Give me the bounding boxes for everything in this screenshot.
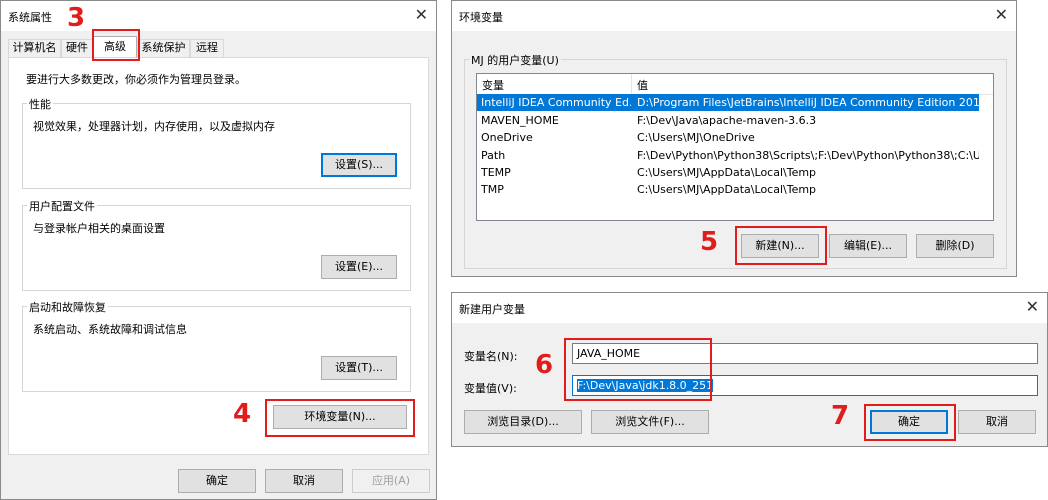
- edit-variable-button[interactable]: 编辑(E)...: [829, 234, 907, 258]
- startup-settings-button[interactable]: 设置(T)...: [321, 356, 397, 380]
- tab-remote[interactable]: 远程: [190, 39, 224, 57]
- variable-value: D:\Program Files\JetBrains\IntelliJ IDEA…: [637, 96, 979, 109]
- cancel-button[interactable]: 取消: [265, 469, 343, 493]
- variable-name: IntelliJ IDEA Community Ed...: [481, 96, 631, 109]
- performance-label: 性能: [27, 96, 53, 112]
- column-divider: [631, 74, 632, 94]
- browse-directory-button[interactable]: 浏览目录(D)...: [464, 410, 582, 434]
- title-bar: 环境变量 ✕: [452, 1, 1016, 31]
- annotation-number-4: 4: [233, 399, 252, 429]
- new-user-variable-dialog: 新建用户变量 ✕ 变量名(N): JAVA_HOME 变量值(V): F:\De…: [451, 292, 1048, 447]
- variable-name: TEMP: [481, 166, 511, 179]
- annotation-number-5: 5: [700, 227, 719, 257]
- user-profiles-desc: 与登录帐户相关的桌面设置: [33, 222, 165, 235]
- tab-system-protection[interactable]: 系统保护: [137, 39, 190, 57]
- user-profiles-label: 用户配置文件: [27, 198, 97, 214]
- performance-desc: 视觉效果，处理器计划，内存使用，以及虚拟内存: [33, 120, 275, 133]
- ok-button[interactable]: 确定: [870, 410, 948, 434]
- close-icon[interactable]: ✕: [1026, 297, 1039, 317]
- table-header: 变量 值: [477, 74, 993, 95]
- admin-note: 要进行大多数更改，你必须作为管理员登录。: [26, 73, 246, 86]
- dialog-title: 环境变量: [459, 11, 503, 24]
- system-properties-dialog: 系统属性 ✕ 计算机名 硬件 高级 系统保护 远程 要进行大多数更改，你必须作为…: [0, 0, 437, 500]
- dialog-title: 新建用户变量: [459, 303, 525, 316]
- startup-recovery-desc: 系统启动、系统故障和调试信息: [33, 323, 187, 336]
- profiles-settings-button[interactable]: 设置(E)...: [321, 255, 397, 279]
- tab-hardware[interactable]: 硬件: [61, 39, 93, 57]
- variable-name-input[interactable]: JAVA_HOME: [572, 343, 1038, 364]
- table-row[interactable]: MAVEN_HOME F:\Dev\Java\apache-maven-3.6.…: [477, 112, 993, 129]
- tab-computer-name[interactable]: 计算机名: [8, 39, 61, 57]
- cancel-button[interactable]: 取消: [958, 410, 1036, 434]
- variable-value: F:\Dev\Python\Python38\Scripts\;F:\Dev\P…: [637, 149, 979, 162]
- apply-button[interactable]: 应用(A): [352, 469, 430, 493]
- table-row[interactable]: OneDrive C:\Users\MJ\OneDrive: [477, 129, 993, 146]
- variable-name-label: 变量名(N):: [464, 350, 518, 363]
- variable-value: C:\Users\MJ\AppData\Local\Temp: [637, 183, 817, 196]
- tab-advanced[interactable]: 高级: [93, 36, 137, 58]
- close-icon[interactable]: ✕: [415, 5, 428, 25]
- browse-file-button[interactable]: 浏览文件(F)...: [591, 410, 709, 434]
- table-row[interactable]: Path F:\Dev\Python\Python38\Scripts\;F:\…: [477, 147, 993, 164]
- variable-value-label: 变量值(V):: [464, 382, 517, 395]
- user-variables-table: 变量 值 IntelliJ IDEA Community Ed... D:\Pr…: [476, 73, 994, 221]
- variable-name: OneDrive: [481, 131, 533, 144]
- annotation-number-3: 3: [67, 3, 86, 33]
- table-row[interactable]: IntelliJ IDEA Community Ed... D:\Program…: [477, 94, 979, 111]
- environment-variables-dialog: 环境变量 ✕ MJ 的用户变量(U) 变量 值 IntelliJ IDEA Co…: [451, 0, 1017, 277]
- table-row[interactable]: TMP C:\Users\MJ\AppData\Local\Temp: [477, 181, 993, 198]
- column-header-value[interactable]: 值: [637, 77, 648, 93]
- close-icon[interactable]: ✕: [995, 5, 1008, 25]
- annotation-number-6: 6: [535, 350, 554, 380]
- variable-name: TMP: [481, 183, 504, 196]
- variable-name: MAVEN_HOME: [481, 114, 559, 127]
- ok-button[interactable]: 确定: [178, 469, 256, 493]
- variable-name: Path: [481, 149, 506, 162]
- table-row[interactable]: TEMP C:\Users\MJ\AppData\Local\Temp: [477, 164, 993, 181]
- new-variable-button[interactable]: 新建(N)...: [741, 234, 819, 258]
- environment-variables-button[interactable]: 环境变量(N)...: [273, 405, 407, 429]
- selected-text: F:\Dev\Java\jdk1.8.0_251: [577, 379, 714, 392]
- variable-value-input[interactable]: F:\Dev\Java\jdk1.8.0_251: [572, 375, 1038, 396]
- dialog-title: 系统属性: [8, 11, 52, 24]
- title-bar: 新建用户变量 ✕: [452, 293, 1047, 323]
- variable-value: C:\Users\MJ\OneDrive: [637, 131, 755, 144]
- performance-settings-button[interactable]: 设置(S)...: [321, 153, 397, 177]
- user-variables-label: MJ 的用户变量(U): [469, 52, 561, 68]
- startup-recovery-label: 启动和故障恢复: [27, 299, 108, 315]
- annotation-number-7: 7: [831, 401, 850, 431]
- variable-value: F:\Dev\Java\apache-maven-3.6.3: [637, 114, 817, 127]
- variable-value: C:\Users\MJ\AppData\Local\Temp: [637, 166, 817, 179]
- delete-variable-button[interactable]: 删除(D): [916, 234, 994, 258]
- column-header-variable[interactable]: 变量: [482, 77, 504, 93]
